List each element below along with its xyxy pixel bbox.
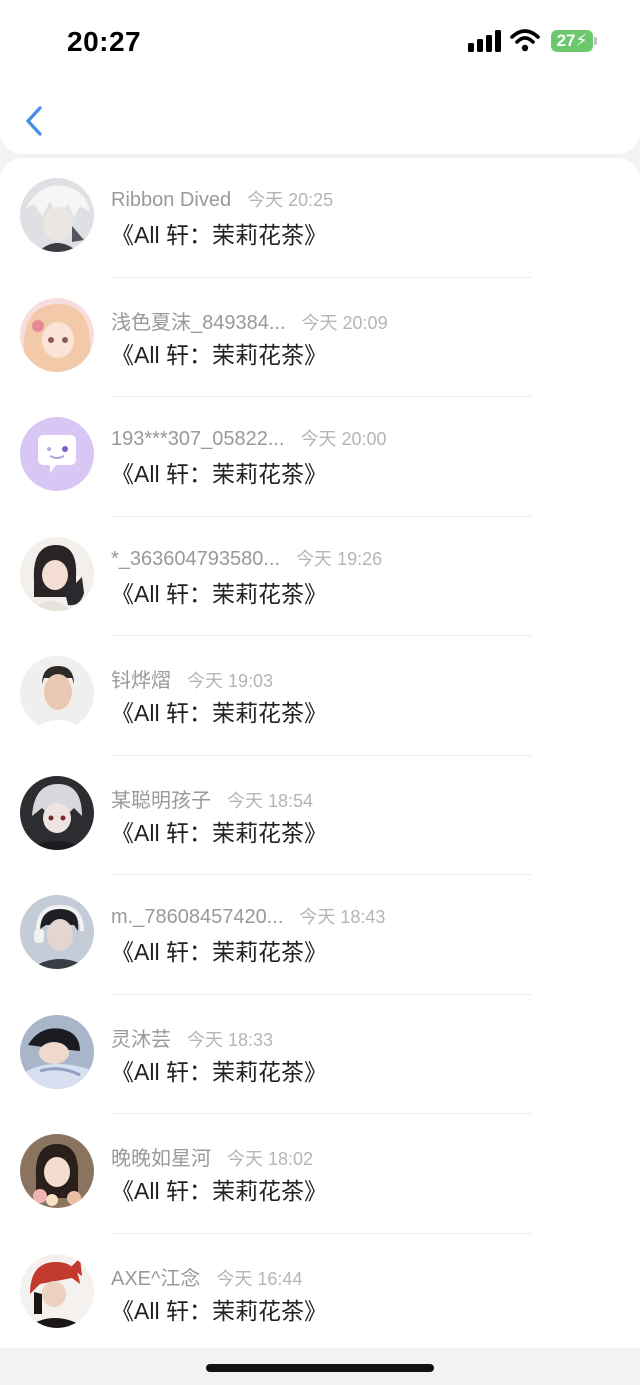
cellular-signal-icon bbox=[468, 30, 502, 52]
list-item[interactable]: 钭烨熠 今天 19:03 《All 轩：茉莉花茶》 bbox=[0, 636, 640, 756]
sender-name: AXE^江念 bbox=[111, 1267, 201, 1290]
message-time: 今天 18:33 bbox=[187, 1029, 274, 1050]
message-time: 今天 19:26 bbox=[296, 548, 383, 569]
list-item[interactable]: 某聪明孩子 今天 18:54 《All 轩：茉莉花茶》 bbox=[0, 756, 640, 875]
message-text: 《All 轩：茉莉花茶》 bbox=[111, 700, 327, 726]
default-chat-avatar-icon[interactable] bbox=[20, 417, 94, 491]
message-time: 今天 16:44 bbox=[216, 1268, 303, 1289]
battery-level: 27 bbox=[556, 31, 576, 50]
sleeping-boy-avatar-icon[interactable] bbox=[20, 1014, 94, 1089]
message-text: 《All 轩：茉莉花茶》 bbox=[111, 1297, 327, 1324]
message-text: 《All 轩：茉莉花茶》 bbox=[111, 580, 327, 607]
list-item[interactable]: 晚晚如星河 今天 18:02 《All 轩：茉莉花茶》 bbox=[0, 1114, 640, 1234]
message-time: 今天 20:09 bbox=[301, 312, 388, 333]
message-list: Ribbon Dived 今天 20:25 《All 轩：茉莉花茶》 浅色夏沫_8… bbox=[0, 158, 640, 1348]
girl-flowers-avatar-icon[interactable] bbox=[20, 1134, 94, 1208]
message-meta: 钭烨熠 今天 19:03 bbox=[111, 664, 273, 693]
message-time: 今天 19:03 bbox=[187, 671, 274, 691]
sender-name: 钭烨熠 bbox=[111, 670, 171, 692]
status-time: 20:27 bbox=[67, 26, 142, 57]
home-indicator[interactable] bbox=[206, 1364, 434, 1372]
sender-name: 晚晚如星河 bbox=[111, 1148, 211, 1170]
message-meta: *_363604793580... 今天 19:26 bbox=[111, 545, 382, 571]
message-text: 《All 轩：茉莉花茶》 bbox=[111, 1178, 327, 1204]
message-text: 《All 轩：茉莉花茶》 bbox=[111, 341, 327, 368]
sender-name: 某聪明孩子 bbox=[111, 789, 211, 812]
list-item[interactable]: Ribbon Dived 今天 20:25 《All 轩：茉莉花茶》 bbox=[0, 158, 640, 278]
message-meta: AXE^江念 今天 16:44 bbox=[111, 1262, 302, 1291]
sender-name: *_363604793580... bbox=[111, 547, 281, 570]
message-time: 今天 18:54 bbox=[227, 790, 314, 811]
list-item[interactable]: AXE^江念 今天 16:44 《All 轩：茉莉花茶》 bbox=[0, 1234, 640, 1349]
message-text: 《All 轩：茉莉花茶》 bbox=[111, 819, 327, 846]
sender-name: 灵沐芸 bbox=[111, 1028, 171, 1051]
anime-avatar-silver-icon[interactable] bbox=[20, 178, 94, 252]
list-item[interactable]: m._78608457420... 今天 18:43 《All 轩：茉莉花茶》 bbox=[0, 875, 640, 995]
wifi-icon bbox=[510, 29, 540, 52]
list-item[interactable]: *_363604793580... 今天 19:26 《All 轩：茉莉花茶》 bbox=[0, 517, 640, 636]
message-time: 今天 18:02 bbox=[227, 1149, 314, 1169]
anime-avatar-pink-icon[interactable] bbox=[20, 297, 94, 372]
red-hood-avatar-icon[interactable] bbox=[20, 1253, 94, 1328]
message-meta: 某聪明孩子 今天 18:54 bbox=[111, 784, 313, 813]
message-time: 今天 20:25 bbox=[247, 190, 334, 210]
message-text: 《All 轩：茉莉花茶》 bbox=[111, 461, 327, 487]
sender-name: 193***307_05822... bbox=[111, 428, 285, 450]
list-item[interactable]: 浅色夏沫_849384... 今天 20:09 《All 轩：茉莉花茶》 bbox=[0, 278, 640, 397]
message-text: 《All 轩：茉莉花茶》 bbox=[111, 1058, 327, 1085]
message-time: 今天 18:43 bbox=[299, 907, 386, 927]
sender-name: Ribbon Dived bbox=[111, 189, 232, 211]
anime-avatar-dark-icon[interactable] bbox=[20, 775, 94, 850]
list-item[interactable]: 193***307_05822... 今天 20:00 《All 轩：茉莉花茶》 bbox=[0, 397, 640, 517]
message-meta: 灵沐芸 今天 18:33 bbox=[111, 1023, 273, 1052]
message-time: 今天 20:00 bbox=[300, 429, 387, 449]
man-photo-avatar-icon[interactable] bbox=[20, 656, 94, 730]
top-header: 20:27 27⚡ bbox=[0, 0, 640, 154]
back-button[interactable] bbox=[20, 100, 50, 142]
headphones-avatar-icon[interactable] bbox=[20, 895, 94, 969]
girl-with-cat-avatar-icon[interactable] bbox=[20, 536, 94, 611]
charging-bolt-icon: ⚡ bbox=[575, 31, 588, 50]
message-meta: 浅色夏沫_849384... 今天 20:09 bbox=[111, 306, 388, 335]
sender-name: m._78608457420... bbox=[111, 906, 284, 928]
list-item[interactable]: 灵沐芸 今天 18:33 《All 轩：茉莉花茶》 bbox=[0, 995, 640, 1114]
sender-name: 浅色夏沫_849384... bbox=[111, 311, 286, 334]
battery-icon: 27⚡ bbox=[551, 30, 593, 52]
message-text: 《All 轩：茉莉花茶》 bbox=[111, 939, 327, 965]
message-meta: m._78608457420... 今天 18:43 bbox=[111, 903, 385, 929]
message-meta: 193***307_05822... 今天 20:00 bbox=[111, 425, 387, 451]
message-meta: Ribbon Dived 今天 20:25 bbox=[111, 186, 333, 212]
battery-nub bbox=[594, 37, 597, 45]
message-text: 《All 轩：茉莉花茶》 bbox=[111, 222, 327, 248]
message-meta: 晚晚如星河 今天 18:02 bbox=[111, 1142, 313, 1171]
